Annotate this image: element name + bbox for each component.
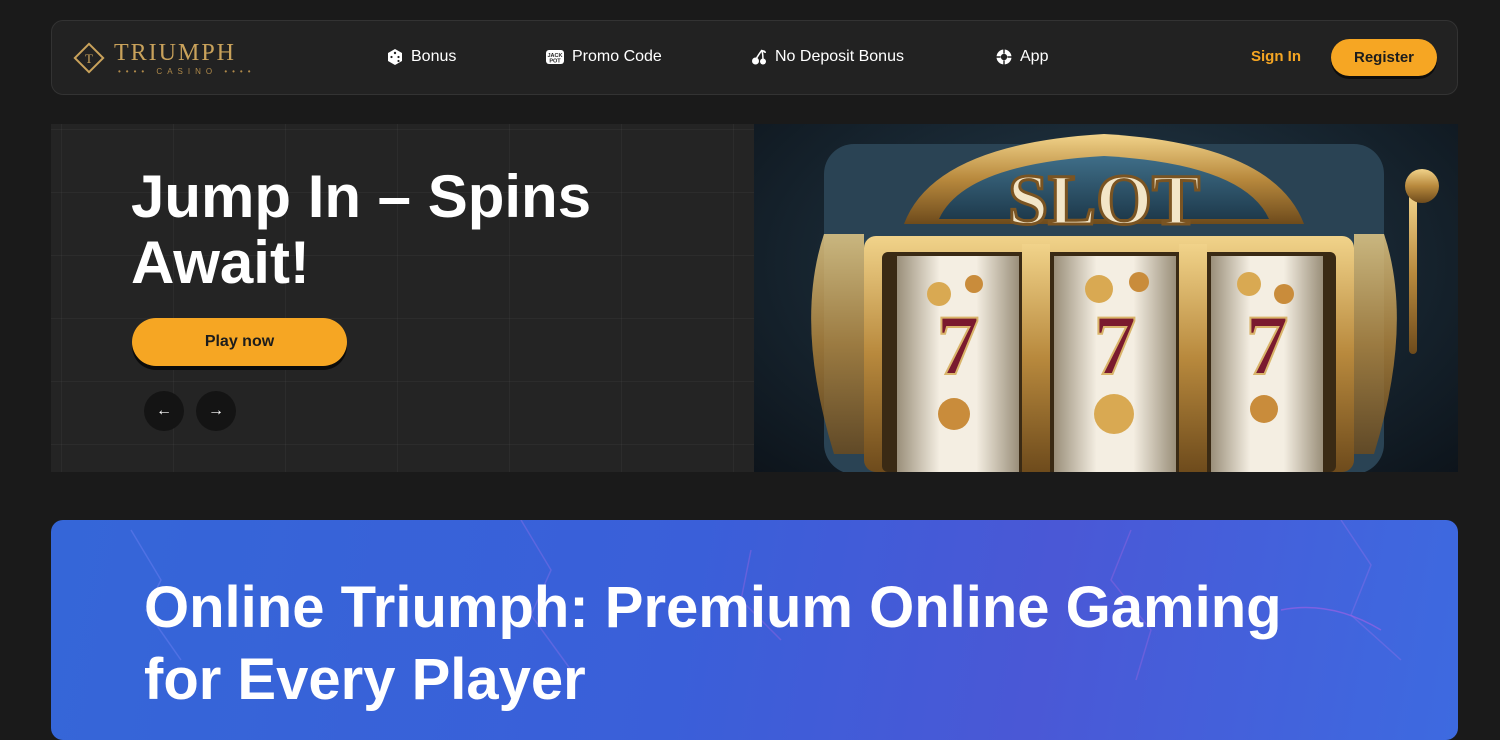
logo-wordmark: TRIUMPH	[114, 39, 237, 66]
reel-symbol-1: 7	[937, 297, 980, 393]
nav-item-app[interactable]: App	[995, 48, 1048, 66]
cherry-icon	[750, 48, 768, 66]
sign-in-link[interactable]: Sign In	[1251, 48, 1301, 65]
intro-banner: Online Triumph: Premium Online Gaming fo…	[51, 520, 1458, 740]
hero-title: Jump In – Spins Await!	[131, 163, 592, 296]
arrow-left-icon: ←	[156, 402, 172, 419]
nav-item-no-deposit-bonus[interactable]: No Deposit Bonus	[750, 48, 904, 66]
register-button[interactable]: Register	[1331, 39, 1437, 76]
reel-symbol-3: 7	[1246, 297, 1289, 393]
logo-diamond-icon: T	[72, 41, 106, 75]
site-header: T TRIUMPH •••• CASINO •••• Bonus JACK PO…	[51, 20, 1458, 95]
slot-sign-text: SLOT	[1008, 160, 1200, 240]
nav-item-bonus[interactable]: Bonus	[386, 48, 456, 66]
slot-machine-illustration: SLOT 7 7 7	[811, 134, 1439, 472]
nav-label-promo-code: Promo Code	[572, 48, 662, 65]
app-icon	[995, 48, 1013, 66]
nav-item-promo-code[interactable]: JACK POT Promo Code	[545, 48, 662, 66]
triumph-logo[interactable]: T TRIUMPH •••• CASINO ••••	[72, 36, 256, 80]
slot-machine-image: SLOT 7 7 7	[754, 124, 1458, 472]
nav-label-bonus: Bonus	[411, 48, 457, 65]
reel-symbol-2: 7	[1094, 297, 1137, 393]
svg-text:T: T	[85, 51, 93, 66]
hero-slider: Jump In – Spins Await! Play now ← → SLOT…	[51, 124, 1458, 472]
nav-label-app: App	[1020, 48, 1049, 65]
slider-next-button[interactable]: →	[196, 391, 236, 431]
nav-label-no-deposit-bonus: No Deposit Bonus	[775, 48, 904, 65]
banner-title: Online Triumph: Premium Online Gaming fo…	[144, 575, 1282, 712]
svg-text:POT: POT	[549, 59, 561, 65]
logo-subtitle: •••• CASINO ••••	[118, 66, 256, 76]
arrow-right-icon: →	[208, 402, 224, 419]
hero-content: Jump In – Spins Await! Play now ← →	[51, 124, 754, 472]
slider-prev-button[interactable]: ←	[144, 391, 184, 431]
dice-icon	[386, 48, 404, 66]
play-now-button[interactable]: Play now	[132, 318, 347, 366]
jackpot-icon: JACK POT	[545, 48, 565, 66]
